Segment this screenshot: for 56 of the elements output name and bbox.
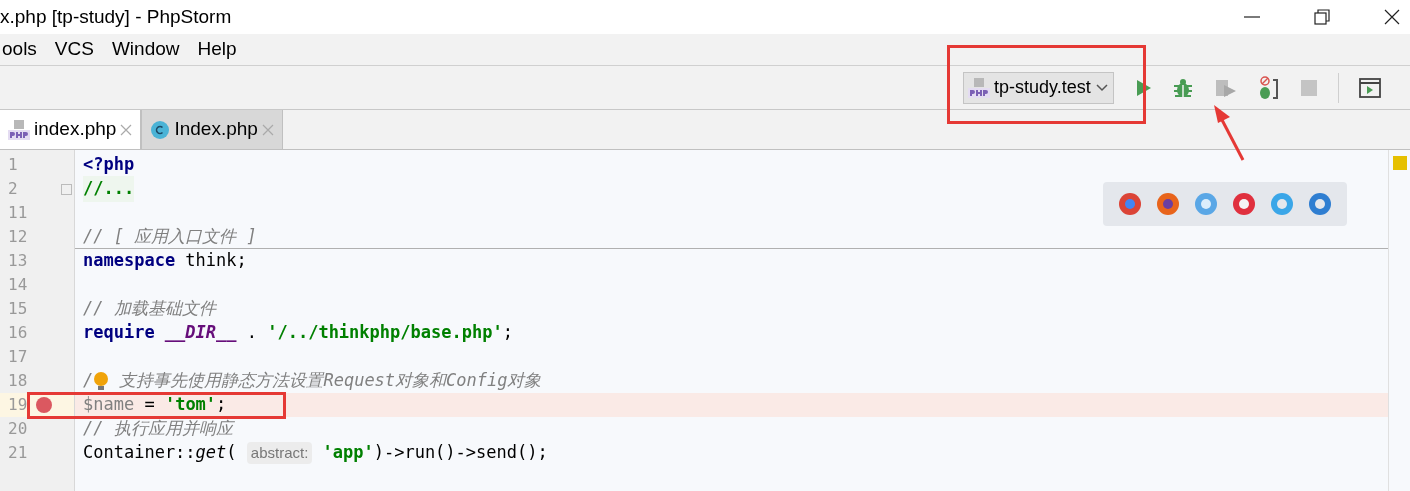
editor-tab[interactable]: Index.php xyxy=(141,110,283,149)
code-token: require xyxy=(83,321,155,345)
code-token: . xyxy=(245,321,258,345)
code-token: 'tom' xyxy=(164,393,217,417)
editor-tab[interactable]: index.php xyxy=(0,110,142,149)
code-token: namespace xyxy=(83,249,176,273)
menu-item[interactable]: VCS xyxy=(54,35,94,64)
code-token: //... xyxy=(83,176,135,202)
line-number: 18 xyxy=(7,370,29,392)
breakpoint-icon[interactable] xyxy=(36,397,52,413)
code-token: ; xyxy=(216,393,227,417)
line-number: 15 xyxy=(7,298,29,320)
menu-item[interactable]: Window xyxy=(111,35,180,64)
code-token: think; xyxy=(184,249,247,273)
line-number: 13 xyxy=(7,250,29,272)
window-title: x.php [tp-study] - PhpStorm xyxy=(0,4,232,29)
run-config-dropdown[interactable]: tp-study.test xyxy=(963,71,1114,104)
line-number: 2 xyxy=(7,178,19,200)
code-token: get xyxy=(195,441,227,465)
php-file-icon xyxy=(8,118,30,141)
bug-icon[interactable] xyxy=(1171,76,1194,99)
lightbulb-icon[interactable] xyxy=(93,371,110,391)
code-token: '/../thinkphp/base.php' xyxy=(267,321,503,345)
code-token: // 加载基础文件 xyxy=(83,297,216,321)
line-number: 16 xyxy=(7,322,29,344)
close-icon[interactable] xyxy=(1382,7,1402,27)
code-token: $name xyxy=(83,393,135,417)
terminal-icon[interactable] xyxy=(1358,77,1381,98)
menu-item[interactable]: Help xyxy=(197,35,237,64)
code-token: ( xyxy=(226,441,238,465)
php-file-icon xyxy=(968,76,990,99)
arrow-annotation xyxy=(1212,104,1246,162)
line-number: 19 xyxy=(7,394,29,416)
line-number: 12 xyxy=(7,226,29,248)
line-number: 17 xyxy=(7,346,29,368)
code-token: = xyxy=(143,393,156,417)
line-number: 14 xyxy=(7,274,29,296)
chevron-down-icon xyxy=(1094,82,1109,93)
restore-icon[interactable] xyxy=(1312,7,1332,27)
code-token: __DIR__ xyxy=(164,321,237,345)
code-token: / xyxy=(83,369,94,393)
code-token: <?php xyxy=(83,153,135,177)
line-number: 1 xyxy=(7,154,19,176)
line-number: 21 xyxy=(7,442,29,464)
parameter-hint: abstract: xyxy=(246,441,313,465)
line-number: 20 xyxy=(7,418,29,440)
code-token: ; xyxy=(502,321,513,345)
code-token: Container:: xyxy=(83,441,196,465)
code-token: // 执行应用并响应 xyxy=(83,417,233,441)
code-token: )->run()->send(); xyxy=(373,441,548,465)
code-token: 'app' xyxy=(322,441,374,465)
code-token: 支持事先使用静态方法设置Request对象和Config对象 xyxy=(119,369,542,393)
menu-item[interactable]: ools xyxy=(2,35,37,64)
class-icon xyxy=(150,119,171,140)
line-number: 11 xyxy=(7,202,29,224)
code-token: // [ 应用入口文件 ] xyxy=(83,224,257,248)
